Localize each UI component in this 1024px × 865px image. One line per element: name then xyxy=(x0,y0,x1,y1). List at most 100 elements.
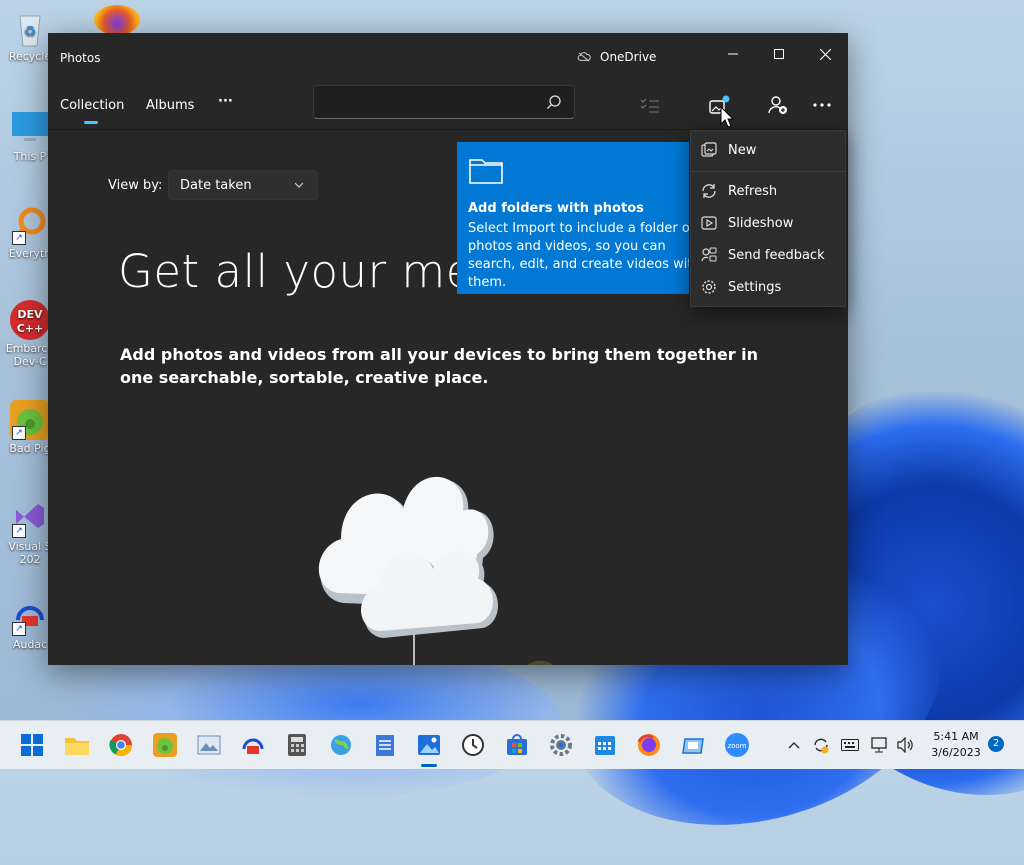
onedrive-status[interactable]: OneDrive xyxy=(576,50,656,64)
see-more-button[interactable] xyxy=(810,93,834,117)
shortcut-arrow-icon: ↗ xyxy=(12,231,26,245)
refresh-icon xyxy=(700,182,718,200)
mouse-cursor-icon xyxy=(720,106,734,128)
menu-item-new[interactable]: New xyxy=(691,135,845,165)
visual-studio-icon: ↗ xyxy=(10,498,50,538)
chrome-icon xyxy=(109,734,132,756)
cube-icon xyxy=(682,738,704,754)
svg-text:C++: C++ xyxy=(17,322,44,335)
show-hidden-icons-button[interactable] xyxy=(784,731,804,759)
taskbar-clock[interactable]: 5:41 AM 3/6/2023 xyxy=(926,729,986,761)
maximize-icon xyxy=(774,49,784,59)
svg-text:DEV: DEV xyxy=(17,308,43,321)
tray-volume[interactable] xyxy=(894,731,918,759)
clock-date: 3/6/2023 xyxy=(931,746,981,759)
taskbar: zoom 5:41 AM 3/6/2023 2 xyxy=(0,720,1024,769)
close-icon xyxy=(819,48,831,60)
taskbar-settings[interactable] xyxy=(547,731,575,759)
headphones-icon: ↗ xyxy=(10,596,50,636)
teaching-tip: Add folders with photos Select Import to… xyxy=(457,142,689,294)
taskbar-bad-piggies[interactable] xyxy=(151,731,179,759)
store-icon xyxy=(507,734,527,755)
taskbar-notepad[interactable] xyxy=(371,731,399,759)
shortcut-arrow-icon: ↗ xyxy=(12,524,26,538)
devcpp-icon: DEV C++ xyxy=(10,300,50,340)
more-menu: New Refresh Slideshow Send feedback Sett… xyxy=(690,130,846,307)
folder-icon xyxy=(65,738,89,755)
tab-albums[interactable]: Albums xyxy=(146,98,194,113)
minimize-icon xyxy=(728,53,738,55)
shortcut-arrow-icon: ↗ xyxy=(12,426,26,440)
search-icon[interactable] xyxy=(546,94,562,110)
view-by-dropdown[interactable]: Date taken xyxy=(168,170,318,200)
firefox-desktop-icon[interactable] xyxy=(94,5,140,35)
taskbar-photo-viewer[interactable] xyxy=(195,731,223,759)
menu-item-label: Settings xyxy=(728,279,782,295)
taskbar-firefox[interactable] xyxy=(635,731,663,759)
folder-icon xyxy=(469,159,503,184)
search-box[interactable] xyxy=(313,85,575,119)
cloud-illustration xyxy=(318,476,553,665)
keyboard-icon xyxy=(841,739,859,751)
select-button[interactable] xyxy=(638,93,662,117)
chevron-up-icon xyxy=(788,742,800,749)
close-button[interactable] xyxy=(802,39,848,69)
hero-subtitle: Add photos and videos from all your devi… xyxy=(120,345,759,387)
slideshow-icon xyxy=(700,214,718,232)
title-bar[interactable]: Photos OneDrive xyxy=(48,33,848,81)
add-person-icon xyxy=(768,96,787,114)
minimize-button[interactable] xyxy=(710,39,756,69)
headphones-icon xyxy=(242,738,264,754)
windows-logo-icon xyxy=(21,734,43,756)
network-icon xyxy=(871,737,887,753)
taskbar-clock-app[interactable] xyxy=(459,731,487,759)
view-by-value: Date taken xyxy=(180,178,252,193)
tray-keyboard[interactable] xyxy=(838,731,862,759)
teaching-tip-title: Add folders with photos xyxy=(468,201,644,216)
menu-item-slideshow[interactable]: Slideshow xyxy=(691,208,845,238)
maximize-button[interactable] xyxy=(756,39,802,69)
menu-item-send-feedback[interactable]: Send feedback xyxy=(691,240,845,270)
globe-icon xyxy=(331,735,351,755)
tray-network[interactable] xyxy=(868,731,892,759)
zoom-icon: zoom xyxy=(725,733,749,757)
firefox-icon xyxy=(637,734,660,756)
taskbar-store[interactable] xyxy=(503,731,531,759)
volume-icon xyxy=(897,737,913,753)
taskbar-chrome[interactable] xyxy=(107,731,135,759)
active-app-indicator xyxy=(421,764,437,767)
start-button[interactable] xyxy=(18,731,46,759)
feedback-icon xyxy=(700,246,718,264)
menu-item-refresh[interactable]: Refresh xyxy=(691,176,845,206)
search-input[interactable] xyxy=(322,92,536,114)
taskbar-virtualbox[interactable] xyxy=(679,731,707,759)
taskbar-zoom[interactable]: zoom xyxy=(723,731,751,759)
taskbar-maps[interactable] xyxy=(327,731,355,759)
sync-icon xyxy=(814,738,829,754)
tab-collection[interactable]: Collection xyxy=(60,98,124,113)
clock-icon xyxy=(462,734,484,756)
people-button[interactable] xyxy=(766,93,790,117)
gear-icon xyxy=(700,278,718,296)
taskbar-photos[interactable] xyxy=(415,731,443,759)
teaching-tip-body: Select Import to include a folder of pho… xyxy=(468,221,689,290)
magnifier-icon: ↗ xyxy=(10,205,50,245)
view-by-label: View by: xyxy=(108,178,163,193)
taskbar-calculator[interactable] xyxy=(283,731,311,759)
tab-indicator xyxy=(84,121,98,124)
menu-item-settings[interactable]: Settings xyxy=(691,272,845,302)
notepad-icon xyxy=(376,735,394,756)
taskbar-calendar[interactable] xyxy=(591,731,619,759)
taskbar-audacity[interactable] xyxy=(239,731,267,759)
new-album-icon xyxy=(700,141,718,159)
more-icon xyxy=(813,103,831,107)
menu-item-label: New xyxy=(728,142,757,158)
notification-badge[interactable]: 2 xyxy=(988,736,1004,752)
tab-more[interactable]: ··· xyxy=(218,94,233,109)
taskbar-file-explorer[interactable] xyxy=(63,731,91,759)
clock-time: 5:41 AM xyxy=(933,730,979,743)
svg-text:♻: ♻ xyxy=(24,24,37,40)
svg-text:zoom: zoom xyxy=(727,742,746,750)
tray-sync[interactable] xyxy=(810,731,832,759)
app-title: Photos xyxy=(60,51,101,65)
